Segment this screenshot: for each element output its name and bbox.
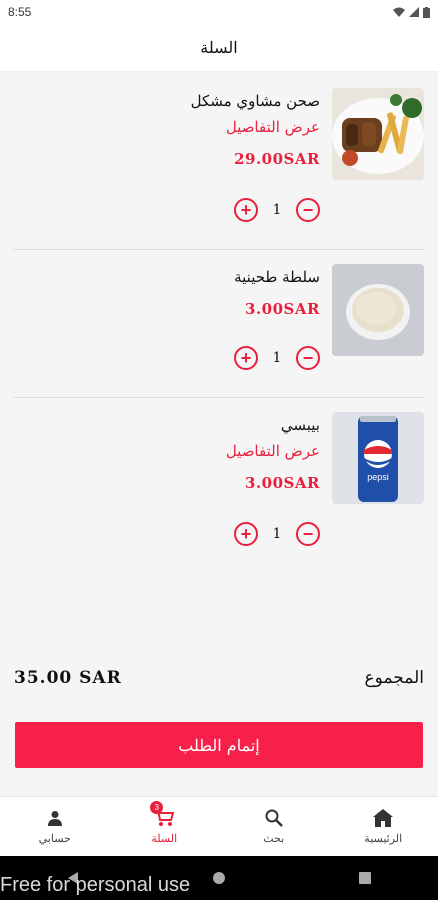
cart-items-list: صحن مشاوي مشكل عرض التفاصيل 29.00SAR + 1…: [0, 74, 438, 560]
item-name: بيبسي: [280, 416, 320, 434]
wifi-icon: [393, 7, 405, 17]
qty-value: 1: [272, 526, 282, 542]
view-details-link[interactable]: عرض التفاصيل: [60, 114, 320, 140]
view-details-link[interactable]: عرض التفاصيل: [60, 438, 320, 464]
item-name: سلطة طحينية: [234, 268, 320, 286]
app-bar: السلة: [0, 24, 438, 72]
checkout-label: إتمام الطلب: [178, 735, 260, 755]
product-image-pepsi[interactable]: pepsi: [332, 412, 424, 504]
checkout-button[interactable]: إتمام الطلب: [15, 722, 423, 768]
recents-icon[interactable]: [358, 871, 372, 885]
page-title: السلة: [200, 38, 238, 57]
battery-icon: [423, 6, 430, 18]
increase-qty-button[interactable]: +: [234, 198, 258, 222]
qty-value: 1: [272, 350, 282, 366]
quantity-stepper: + 1 −: [234, 522, 320, 546]
total-row: 35.00 SAR المجموع: [14, 668, 424, 688]
nav-search[interactable]: بحث: [219, 797, 329, 856]
status-bar: 8:55: [0, 0, 438, 24]
product-image-mixed-grill[interactable]: [332, 88, 424, 180]
nav-account-label: حسابي: [38, 832, 71, 845]
home-circle-icon[interactable]: [212, 871, 226, 885]
item-info: صحن مشاوي مشكل عرض التفاصيل 29.00SAR: [60, 88, 320, 172]
increase-qty-button[interactable]: +: [234, 522, 258, 546]
nav-cart-label: السلة: [151, 832, 178, 845]
decrease-qty-button[interactable]: −: [296, 198, 320, 222]
search-icon: [265, 808, 283, 828]
nav-account[interactable]: حسابي: [0, 797, 110, 856]
pepsi-logo-text: pepsi: [367, 472, 389, 482]
nav-cart[interactable]: 3 السلة: [110, 797, 220, 856]
item-price: 29.00SAR: [234, 150, 320, 168]
total-value: 35.00 SAR: [14, 668, 122, 688]
cart-item: صحن مشاوي مشكل عرض التفاصيل 29.00SAR + 1…: [14, 74, 424, 250]
decrease-qty-button[interactable]: −: [296, 346, 320, 370]
item-price: 3.00SAR: [245, 474, 320, 492]
watermark-text: Free for personal use: [0, 874, 191, 896]
cart-item: pepsi بيبسي عرض التفاصيل 3.00SAR + 1 −: [14, 398, 424, 560]
quantity-stepper: + 1 −: [234, 346, 320, 370]
person-icon: [47, 808, 63, 828]
status-time: 8:55: [8, 5, 32, 19]
nav-search-label: بحث: [263, 832, 285, 845]
signal-icon: [409, 7, 419, 17]
nav-home-label: الرئيسية: [364, 832, 403, 845]
item-info: سلطة طحينية 3.00SAR: [60, 264, 320, 322]
item-info: بيبسي عرض التفاصيل 3.00SAR: [60, 412, 320, 496]
decrease-qty-button[interactable]: −: [296, 522, 320, 546]
increase-qty-button[interactable]: +: [234, 346, 258, 370]
status-icons: [393, 6, 430, 18]
home-icon: [373, 808, 394, 828]
bottom-nav: حسابي 3 السلة بحث الرئيسية: [0, 796, 438, 856]
quantity-stepper: + 1 −: [234, 198, 320, 222]
qty-value: 1: [272, 202, 282, 218]
total-label: المجموع: [364, 668, 424, 688]
nav-home[interactable]: الرئيسية: [329, 797, 438, 856]
item-price: 3.00SAR: [245, 300, 320, 318]
item-name: صحن مشاوي مشكل: [190, 92, 320, 110]
cart-item: سلطة طحينية 3.00SAR + 1 −: [14, 250, 424, 398]
product-image-tahini-salad[interactable]: [332, 264, 424, 356]
